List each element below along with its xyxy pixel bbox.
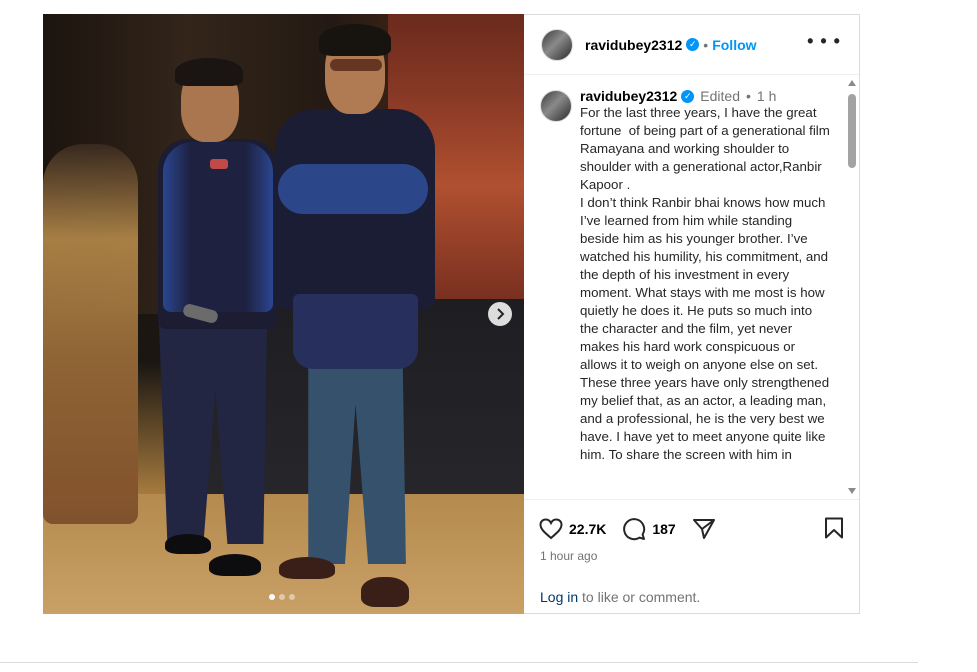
photo-sunglasses (330, 59, 382, 71)
more-options-icon[interactable]: • • • (807, 32, 841, 50)
carousel-dot (289, 594, 295, 600)
verified-badge-icon: ✓ (686, 38, 700, 51)
share-button[interactable] (692, 518, 716, 540)
caption-header: ravidubey2312 ✓ Edited • 1 h (580, 88, 832, 104)
chevron-right-icon (497, 308, 505, 320)
scroll-up-arrow-icon[interactable] (848, 80, 856, 86)
comment-count[interactable]: 187 (652, 521, 675, 537)
caption: ravidubey2312 ✓ Edited • 1 h For the las… (540, 88, 832, 464)
photo-man-right-kurta (293, 294, 418, 369)
heart-icon (539, 518, 563, 540)
avatar[interactable] (541, 28, 573, 61)
comment-button[interactable]: 187 (622, 517, 691, 541)
caption-username[interactable]: ravidubey2312 (580, 88, 677, 104)
photo-pocket-square (210, 159, 228, 169)
caption-text: For the last three years, I have the gre… (580, 105, 830, 462)
follow-button[interactable]: Follow (712, 37, 756, 53)
avatar[interactable] (540, 90, 572, 122)
caption-body: ravidubey2312 ✓ Edited • 1 h For the las… (580, 88, 832, 464)
photo-man-left-hair (175, 58, 243, 86)
share-icon (692, 519, 715, 539)
photo-man-right-hair (319, 24, 391, 56)
photo-shoe (165, 534, 211, 554)
photo-man-right-arms (278, 164, 428, 214)
caption-time[interactable]: 1 h (757, 88, 776, 104)
photo-shoe (279, 557, 335, 579)
login-prompt: Log in to like or comment. (540, 589, 700, 605)
photo-shoe (361, 577, 409, 607)
like-button[interactable]: 22.7K (539, 518, 622, 540)
login-prompt-text: to like or comment. (578, 589, 701, 605)
carousel-dots (269, 594, 295, 600)
post-photo[interactable] (43, 14, 524, 614)
carousel-dot (269, 594, 275, 600)
header-username[interactable]: ravidubey2312 (585, 37, 682, 53)
action-bar: 22.7K 187 (539, 515, 844, 543)
scroll-down-arrow-icon[interactable] (848, 488, 856, 494)
post-timestamp[interactable]: 1 hour ago (540, 549, 597, 563)
save-button[interactable] (824, 517, 844, 544)
carousel-dot (279, 594, 285, 600)
page-divider (0, 662, 918, 663)
caption-separator: • (746, 88, 751, 104)
photo-shoe (209, 554, 261, 576)
photo-background-person (43, 144, 138, 524)
header-separator: • (703, 36, 709, 53)
carousel-next-button[interactable] (488, 302, 512, 326)
like-count[interactable]: 22.7K (569, 521, 606, 537)
comments-scrollbar[interactable] (847, 80, 857, 494)
verified-badge-icon: ✓ (681, 89, 695, 103)
post-header: ravidubey2312 ✓ • Follow • • • (524, 15, 859, 75)
edited-label: Edited (700, 88, 740, 104)
post-side-panel: ravidubey2312 ✓ • Follow • • • ravidubey… (524, 14, 860, 614)
bookmark-icon (825, 517, 843, 539)
comment-icon (623, 518, 646, 541)
scroll-thumb[interactable] (848, 94, 856, 168)
login-link[interactable]: Log in (540, 589, 578, 605)
comments-area[interactable]: ravidubey2312 ✓ Edited • 1 h For the las… (524, 76, 859, 500)
